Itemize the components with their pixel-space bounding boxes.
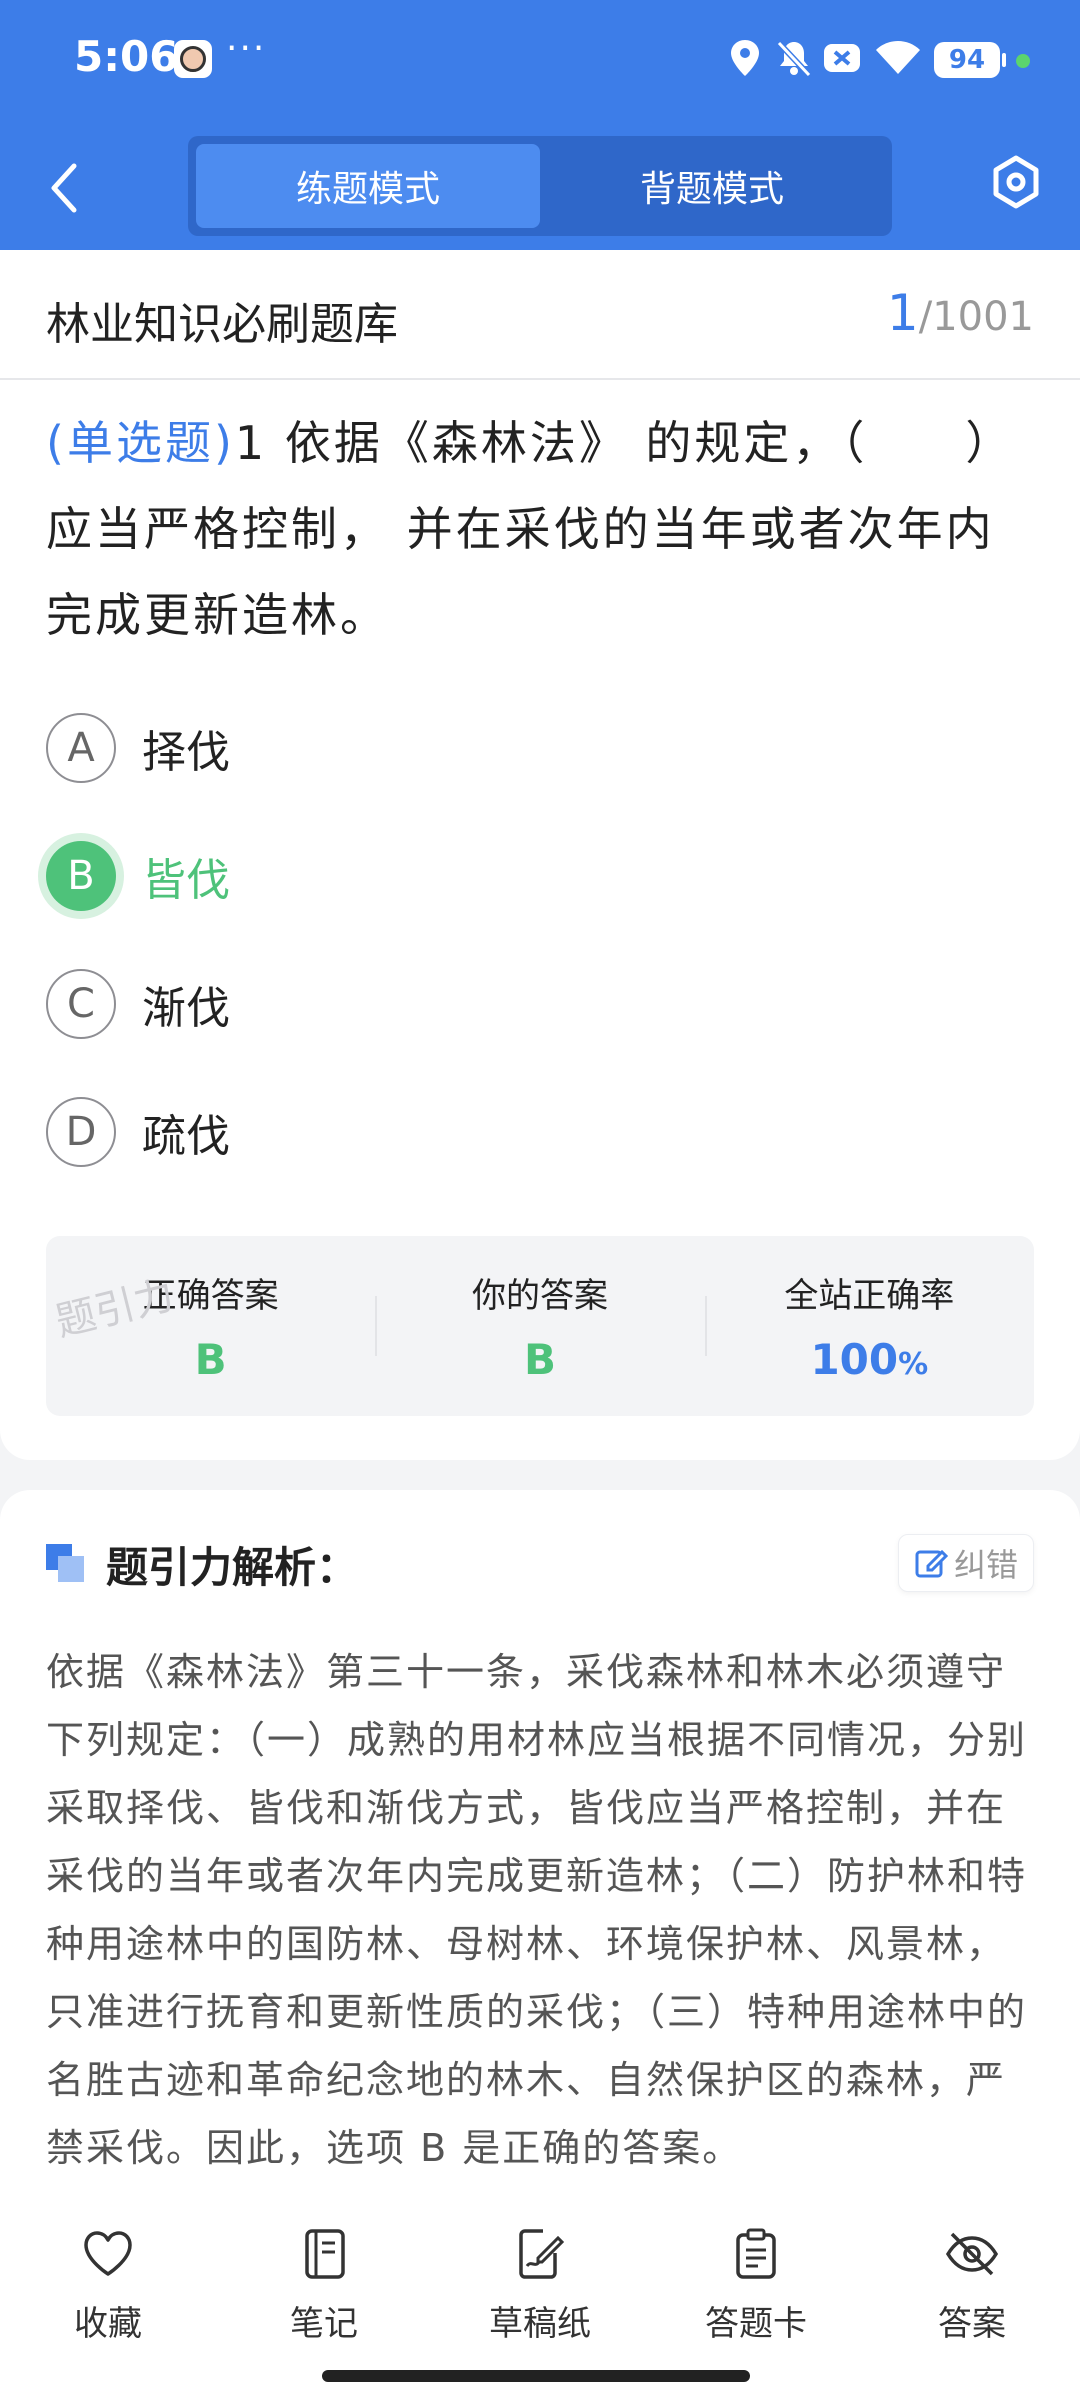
app-notification-icon bbox=[824, 44, 860, 72]
option-label: 渐伐 bbox=[142, 983, 230, 1034]
answer-sheet-label: 答题卡 bbox=[705, 2304, 807, 2344]
question-counter: 1/1001 bbox=[887, 284, 1034, 342]
bottom-toolbar: 收藏 笔记 草稿纸 答题卡 答案 bbox=[0, 2190, 1080, 2400]
privacy-dot bbox=[1016, 54, 1030, 68]
option-letter: B bbox=[46, 841, 116, 911]
show-answer-button[interactable]: 答案 bbox=[864, 2226, 1080, 2350]
option-letter: D bbox=[46, 1097, 116, 1167]
settings-icon[interactable] bbox=[986, 152, 1046, 212]
show-answer-label: 答案 bbox=[938, 2304, 1006, 2344]
report-error-label: 纠错 bbox=[953, 1546, 1018, 1584]
option-label: 疏伐 bbox=[142, 1111, 230, 1162]
option-a[interactable]: A 择伐 bbox=[46, 708, 946, 788]
answer-stats: 正确答案 B 你的答案 B 全站正确率 100% bbox=[46, 1236, 1034, 1416]
status-time: 5:06 bbox=[74, 32, 179, 81]
option-letter: A bbox=[46, 713, 116, 783]
clipboard-icon bbox=[736, 2228, 776, 2279]
report-error-button[interactable]: 纠错 bbox=[898, 1534, 1034, 1592]
analysis-card: 题引力解析： 纠错 依据《森林法》第三十一条，采伐森林和林木必须遵守下列规定：（… bbox=[0, 1490, 1080, 2250]
bank-title: 林业知识必刷题库 bbox=[46, 299, 398, 350]
tab-memorize-mode[interactable]: 背题模式 bbox=[540, 144, 884, 228]
favorite-label: 收藏 bbox=[74, 2304, 142, 2344]
draft-label: 草稿纸 bbox=[489, 2304, 591, 2344]
answer-sheet-button[interactable]: 答题卡 bbox=[648, 2226, 864, 2350]
analysis-logo-icon bbox=[46, 1544, 86, 1584]
nav-bar: 练题模式 背题模式 bbox=[0, 130, 1080, 240]
draft-icon bbox=[519, 2229, 565, 2279]
your-answer-label: 你的答案 bbox=[471, 1276, 608, 1316]
favorite-button[interactable]: 收藏 bbox=[0, 2226, 216, 2350]
back-arrow-icon[interactable] bbox=[44, 158, 84, 218]
accuracy-value: 100% bbox=[810, 1335, 929, 1384]
battery-indicator: 94 bbox=[934, 42, 1006, 78]
heart-icon bbox=[84, 2231, 132, 2276]
option-c[interactable]: C 渐伐 bbox=[46, 964, 946, 1044]
notification-avatar-icon bbox=[174, 40, 212, 78]
correct-answer-value: B bbox=[194, 1335, 227, 1384]
eye-off-icon bbox=[945, 2232, 999, 2276]
option-b[interactable]: B 皆伐 bbox=[46, 836, 946, 916]
analysis-title: 题引力解析： bbox=[106, 1542, 359, 1592]
tab-practice-mode[interactable]: 练题模式 bbox=[196, 144, 540, 228]
current-question-number: 1 bbox=[886, 284, 919, 342]
notebook-icon bbox=[305, 2229, 345, 2279]
bell-muted-icon bbox=[776, 40, 812, 78]
your-answer-value: B bbox=[523, 1335, 556, 1384]
edit-icon bbox=[915, 1549, 948, 1578]
analysis-header: 题引力解析： bbox=[46, 1534, 358, 1594]
option-label: 皆伐 bbox=[142, 855, 230, 906]
question-number: 1 bbox=[234, 416, 268, 470]
wifi-icon bbox=[876, 41, 920, 74]
more-notifications-icon: ··· bbox=[226, 28, 267, 69]
accuracy-label: 全站正确率 bbox=[784, 1276, 955, 1316]
notes-label: 笔记 bbox=[290, 2304, 358, 2344]
accuracy-stat: 全站正确率 100% bbox=[704, 1236, 1034, 1416]
notes-button[interactable]: 笔记 bbox=[216, 2226, 432, 2350]
question-card: 林业知识必刷题库 1/1001 (单选题)1 依据《森林法》 的规定，（ ）应当… bbox=[0, 250, 1080, 1460]
question-text: (单选题)1 依据《森林法》 的规定，（ ）应当严格控制， 并在采伐的当年或者次… bbox=[46, 400, 1036, 658]
mode-switch: 练题模式 背题模式 bbox=[188, 136, 892, 236]
option-letter: C bbox=[46, 969, 116, 1039]
analysis-text: 依据《森林法》第三十一条，采伐森林和林木必须遵守下列规定：（一）成熟的用材林应当… bbox=[46, 1650, 1028, 2170]
location-icon bbox=[731, 40, 759, 76]
bank-row: 林业知识必刷题库 1/1001 bbox=[0, 250, 1080, 380]
draft-button[interactable]: 草稿纸 bbox=[432, 2226, 648, 2350]
top-header: 5:06 ··· 94 练题模式 背题模式 bbox=[0, 0, 1080, 250]
total-questions: /1001 bbox=[918, 294, 1034, 340]
option-label: 择伐 bbox=[142, 727, 230, 778]
status-bar: 5:06 ··· 94 bbox=[0, 28, 1080, 88]
question-type: (单选题) bbox=[46, 416, 235, 470]
home-indicator[interactable] bbox=[322, 2370, 750, 2382]
your-answer-stat: 你的答案 B bbox=[375, 1236, 704, 1416]
option-d[interactable]: D 疏伐 bbox=[46, 1092, 946, 1172]
